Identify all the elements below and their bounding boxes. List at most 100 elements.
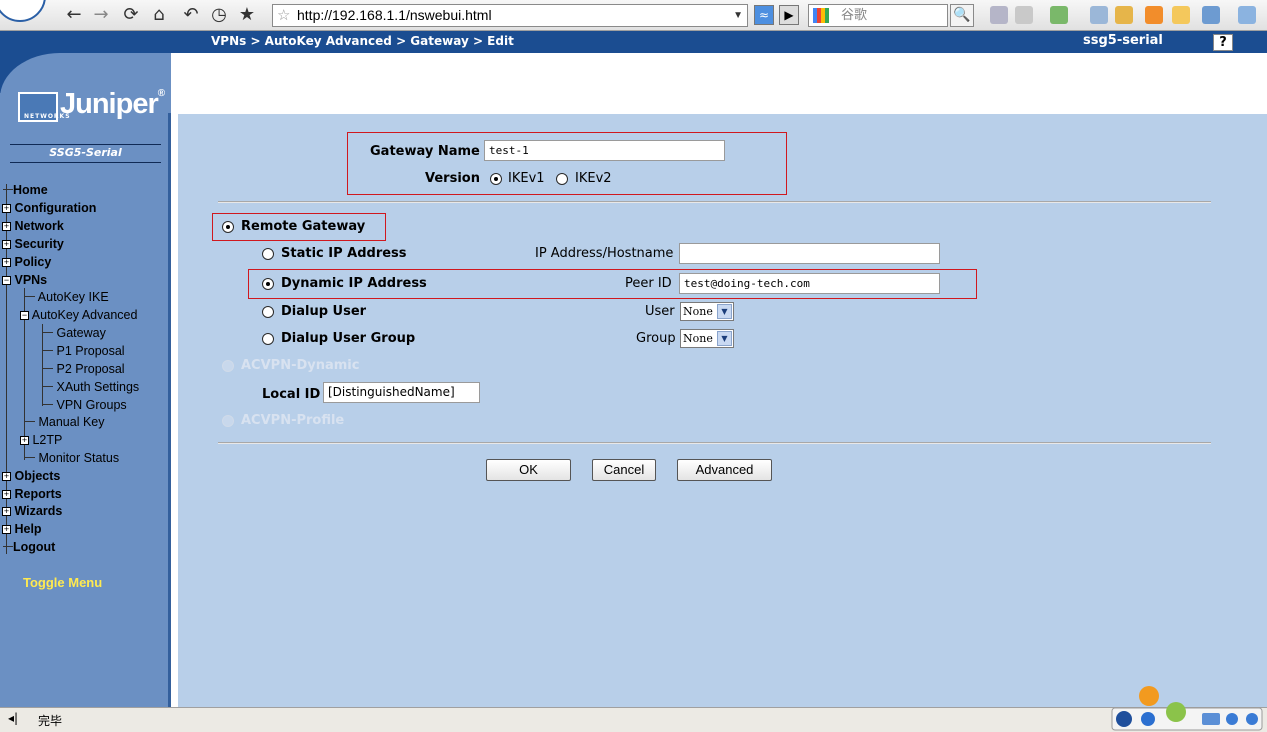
compat-mode-icon[interactable]: ≈: [754, 5, 774, 25]
dialup-user-radio[interactable]: [262, 306, 274, 318]
nav-item-objects[interactable]: + Objects: [2, 467, 60, 485]
ikev2-radio[interactable]: [556, 173, 568, 185]
nav-item-xauth-settings[interactable]: XAuth Settings: [43, 378, 139, 396]
tag-icon[interactable]: [1115, 6, 1133, 24]
help-button[interactable]: ?: [1213, 34, 1233, 51]
expand-icon[interactable]: +: [2, 490, 11, 499]
expand-icon[interactable]: +: [2, 240, 11, 249]
nav-item-manual-key[interactable]: Manual Key: [25, 413, 105, 431]
tool-icon[interactable]: [990, 6, 1008, 24]
ikev1-radio[interactable]: [490, 173, 502, 185]
nav-item-home[interactable]: Home: [3, 181, 48, 199]
favorite-star-icon[interactable]: ☆: [277, 5, 290, 26]
local-id-input[interactable]: [DistinguishedName]: [323, 382, 480, 403]
dynamic-ip-radio[interactable]: [262, 278, 274, 290]
nav-label: Gateway: [56, 326, 106, 340]
nav-item-network[interactable]: + Network: [2, 217, 64, 235]
nav-item-vpns[interactable]: − VPNs: [2, 271, 47, 289]
rss-icon[interactable]: [1145, 6, 1163, 24]
collapse-icon[interactable]: −: [2, 276, 11, 285]
nav-item-configuration[interactable]: + Configuration: [2, 199, 96, 217]
expand-icon[interactable]: +: [2, 258, 11, 267]
address-bar[interactable]: ☆ http://192.168.1.1/nswebui.html ▼: [272, 4, 748, 27]
ikev2-label: IKEv2: [575, 171, 612, 186]
advanced-button[interactable]: Advanced: [677, 459, 772, 481]
undo-icon[interactable]: ↶: [180, 4, 202, 26]
status-text: 完毕: [38, 714, 63, 728]
zoom-icon[interactable]: [1090, 6, 1108, 24]
nav-label: P2 Proposal: [56, 362, 125, 376]
nav-label: AutoKey Advanced: [31, 308, 138, 322]
nav-label: Security: [14, 237, 64, 251]
expand-icon[interactable]: +: [2, 507, 11, 516]
ip-hostname-input[interactable]: [679, 243, 940, 264]
gateway-name-input[interactable]: test-1: [484, 140, 725, 161]
expand-icon[interactable]: +: [2, 525, 11, 534]
nav-item-gateway[interactable]: Gateway: [43, 324, 106, 342]
nav-item-monitor-status[interactable]: Monitor Status: [25, 449, 119, 467]
nav-item-reports[interactable]: + Reports: [2, 485, 62, 503]
go-icon[interactable]: ▶: [779, 5, 799, 25]
peer-id-label: Peer ID: [625, 276, 672, 291]
acvpn-profile-radio: [222, 415, 234, 427]
nav-label: Help: [14, 522, 42, 536]
static-ip-radio[interactable]: [262, 248, 274, 260]
nav-item-p2-proposal[interactable]: P2 Proposal: [43, 360, 125, 378]
user-label: User: [645, 304, 675, 319]
expand-icon[interactable]: +: [2, 472, 11, 481]
ok-button[interactable]: OK: [486, 459, 571, 481]
home-icon[interactable]: ⌂: [148, 4, 170, 26]
device-name: ssg5-serial: [1083, 33, 1163, 48]
nav-item-autokey-ike[interactable]: AutoKey IKE: [25, 288, 109, 306]
window-icon[interactable]: [1202, 6, 1220, 24]
remote-gateway-radio[interactable]: [222, 221, 234, 233]
chevron-down-icon[interactable]: ▼: [733, 5, 743, 26]
group-select[interactable]: None ▼: [680, 329, 734, 348]
nav-item-policy[interactable]: + Policy: [2, 253, 51, 271]
nav-label: Monitor Status: [38, 451, 120, 465]
nav-item-autokey-advanced[interactable]: − AutoKey Advanced: [20, 306, 137, 324]
nav-label: Policy: [14, 255, 52, 269]
bookmark-star-icon[interactable]: ★: [236, 4, 258, 26]
dialup-group-radio[interactable]: [262, 333, 274, 345]
browser-logo-icon[interactable]: [0, 0, 46, 22]
screenshot-icon[interactable]: [1015, 6, 1033, 24]
refresh-icon[interactable]: ⟳: [120, 4, 142, 26]
nav-label: Objects: [14, 469, 61, 483]
expand-icon[interactable]: +: [2, 204, 11, 213]
user-select-value: None: [683, 305, 713, 318]
translate-icon[interactable]: [1050, 6, 1068, 24]
nav-item-security[interactable]: + Security: [2, 235, 64, 253]
notes-icon[interactable]: [1172, 6, 1190, 24]
ikev1-label: IKEv1: [508, 171, 545, 186]
header-bar: [0, 31, 1267, 53]
chevron-down-icon[interactable]: ▼: [717, 331, 732, 346]
nav-item-wizards[interactable]: + Wizards: [2, 502, 62, 520]
nav-label: L2TP: [32, 433, 63, 447]
nav-label: Configuration: [14, 201, 97, 215]
user-select[interactable]: None ▼: [680, 302, 734, 321]
device-model: SSG5-Serial: [49, 146, 122, 159]
nav-item-vpn-groups[interactable]: VPN Groups: [43, 396, 127, 414]
nav-item-help[interactable]: + Help: [2, 520, 42, 538]
search-icon[interactable]: 🔍: [950, 4, 974, 27]
history-icon[interactable]: ◷: [208, 4, 230, 26]
toggle-menu-link[interactable]: Toggle Menu: [23, 575, 102, 590]
forward-icon[interactable]: →: [90, 4, 112, 26]
ip-hostname-label: IP Address/Hostname: [535, 246, 674, 261]
collapse-icon[interactable]: −: [20, 311, 29, 320]
extension-icon[interactable]: [1238, 6, 1256, 24]
nav-item-logout[interactable]: Logout: [3, 538, 55, 556]
search-input[interactable]: 谷歌: [808, 4, 948, 27]
expand-icon[interactable]: +: [2, 222, 11, 231]
chevron-down-icon[interactable]: ▼: [717, 304, 732, 319]
remote-gateway-label: Remote Gateway: [241, 219, 366, 234]
cancel-button[interactable]: Cancel: [592, 459, 656, 481]
peer-id-input[interactable]: test@doing-tech.com: [679, 273, 940, 294]
browser-toolbar: ← → ⟳ ⌂ ↶ ◷ ★ ☆ http://192.168.1.1/nsweb…: [0, 0, 1267, 31]
back-icon[interactable]: ←: [63, 4, 85, 26]
nav-item-l2tp[interactable]: + L2TP: [20, 431, 62, 449]
expand-icon[interactable]: +: [20, 436, 29, 445]
nav-label: VPNs: [14, 273, 48, 287]
nav-item-p1-proposal[interactable]: P1 Proposal: [43, 342, 125, 360]
